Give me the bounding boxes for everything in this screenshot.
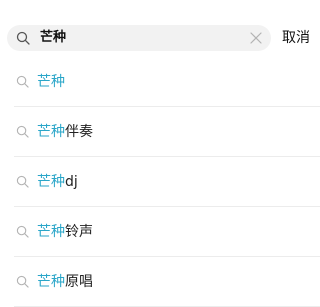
suggestion-label: 芒种 bbox=[37, 73, 65, 91]
suggestion-highlight: 芒种 bbox=[37, 274, 65, 290]
suggestion-item[interactable]: 芒种原唱 bbox=[0, 257, 320, 307]
search-input[interactable]: 芒种 bbox=[40, 30, 66, 46]
suggestion-highlight: 芒种 bbox=[37, 74, 65, 90]
suggestion-item[interactable]: 芒种铃声 bbox=[0, 207, 320, 257]
search-bar[interactable]: 芒种 bbox=[7, 25, 271, 51]
suggestion-rest: dj bbox=[65, 174, 78, 190]
search-icon bbox=[16, 75, 29, 88]
suggestion-rest: 原唱 bbox=[65, 274, 93, 290]
suggestion-label: 芒种dj bbox=[37, 173, 78, 191]
suggestion-label: 芒种铃声 bbox=[37, 223, 93, 241]
suggestion-highlight: 芒种 bbox=[37, 224, 65, 240]
search-icon bbox=[16, 175, 29, 188]
suggestion-item[interactable]: 芒种dj bbox=[0, 157, 320, 207]
suggestion-item[interactable]: 芒种伴奏 bbox=[0, 107, 320, 157]
search-icon bbox=[16, 125, 29, 138]
search-icon bbox=[16, 275, 29, 288]
suggestion-item[interactable]: 芒种 bbox=[0, 57, 320, 107]
suggestion-label: 芒种伴奏 bbox=[37, 123, 93, 141]
close-icon[interactable] bbox=[249, 31, 263, 45]
search-icon bbox=[16, 225, 29, 238]
cancel-button[interactable]: 取消 bbox=[282, 29, 310, 47]
suggestion-highlight: 芒种 bbox=[37, 174, 65, 190]
suggestion-highlight: 芒种 bbox=[37, 124, 65, 140]
suggestion-rest: 铃声 bbox=[65, 224, 93, 240]
suggestion-rest: 伴奏 bbox=[65, 124, 93, 140]
suggestion-label: 芒种原唱 bbox=[37, 273, 93, 291]
suggestion-list: 芒种 芒种伴奏 芒种dj 芒种铃声 芒种原唱 bbox=[0, 57, 320, 307]
search-icon bbox=[16, 31, 30, 45]
